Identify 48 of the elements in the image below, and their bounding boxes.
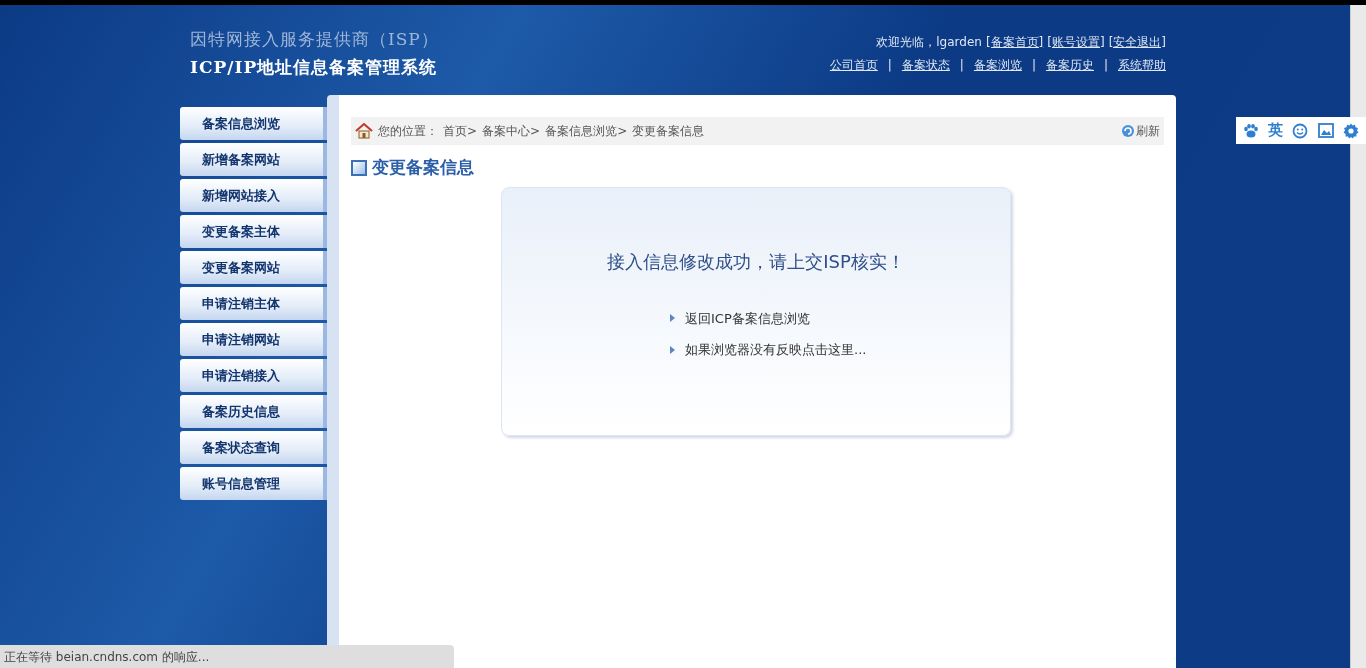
- nav-separator: |: [1103, 57, 1108, 74]
- site-title: ICP/IP地址信息备案管理系统: [190, 55, 439, 79]
- paw-icon[interactable]: [1242, 123, 1259, 138]
- success-message: 接入信息修改成功，请上交ISP核实！: [607, 249, 905, 274]
- refresh-icon[interactable]: [1121, 124, 1135, 138]
- user-link[interactable]: [账号设置]: [1047, 33, 1105, 51]
- nav-link[interactable]: 备案状态: [901, 56, 950, 74]
- breadcrumb-item: 变更备案信息: [632, 123, 705, 140]
- breadcrumb-item: 首页>: [443, 123, 478, 140]
- nav-link[interactable]: 公司首页: [829, 56, 878, 74]
- title-square-icon: [351, 159, 367, 176]
- image-icon[interactable]: [1317, 123, 1334, 138]
- sidebar-item[interactable]: 备案状态查询: [180, 431, 327, 464]
- sidebar-item[interactable]: 新增备案网站: [180, 143, 327, 176]
- sidebar-item[interactable]: 新增网站接入: [180, 179, 327, 212]
- user-link[interactable]: [备案首页]: [985, 33, 1044, 51]
- sidebar-item[interactable]: 账号信息管理: [180, 467, 327, 500]
- sidebar-item[interactable]: 变更备案网站: [180, 251, 327, 284]
- sidebar-item[interactable]: 备案信息浏览: [180, 107, 327, 140]
- breadcrumb-item: 备案中心>: [482, 123, 541, 140]
- sidebar-item[interactable]: 备案历史信息: [180, 395, 327, 428]
- nav-separator: |: [887, 57, 892, 74]
- language-toggle[interactable]: 英: [1268, 123, 1284, 138]
- nav-link[interactable]: 系统帮助: [1118, 56, 1166, 74]
- status-text: 正在等待 beian.cndns.com 的响应...: [4, 648, 210, 666]
- message-link[interactable]: 返回ICP备案信息浏览: [685, 308, 810, 328]
- breadcrumb-item: 备案信息浏览>: [545, 123, 628, 140]
- breadcrumb-label: 您的位置：: [378, 123, 438, 140]
- nav-link[interactable]: 备案历史: [1045, 56, 1094, 74]
- home-icon: [355, 123, 373, 139]
- triangle-bullet-icon: [670, 314, 675, 323]
- welcome-text: 欢迎光临，lgarden: [876, 34, 982, 51]
- nav-separator: |: [1031, 57, 1036, 74]
- nav-link[interactable]: 备案浏览: [973, 56, 1022, 74]
- settings-icon[interactable]: [1343, 122, 1360, 139]
- message-link[interactable]: 如果浏览器没有反映点击这里...: [685, 340, 867, 360]
- refresh-link[interactable]: 刷新: [1136, 122, 1160, 140]
- nav-separator: |: [959, 57, 964, 74]
- sidebar-item[interactable]: 申请注销接入: [180, 359, 327, 392]
- sidebar-item[interactable]: 申请注销网站: [180, 323, 327, 356]
- page-title: 变更备案信息: [372, 156, 474, 179]
- site-subtitle: 因特网接入服务提供商（ISP）: [190, 28, 439, 51]
- sidebar-item[interactable]: 申请注销主体: [180, 287, 327, 320]
- user-link[interactable]: [安全退出]: [1108, 33, 1166, 51]
- sidebar-item[interactable]: 变更备案主体: [180, 215, 327, 248]
- scrollbar[interactable]: [1350, 5, 1366, 668]
- triangle-bullet-icon: [670, 345, 675, 354]
- smiley-icon[interactable]: [1292, 122, 1309, 139]
